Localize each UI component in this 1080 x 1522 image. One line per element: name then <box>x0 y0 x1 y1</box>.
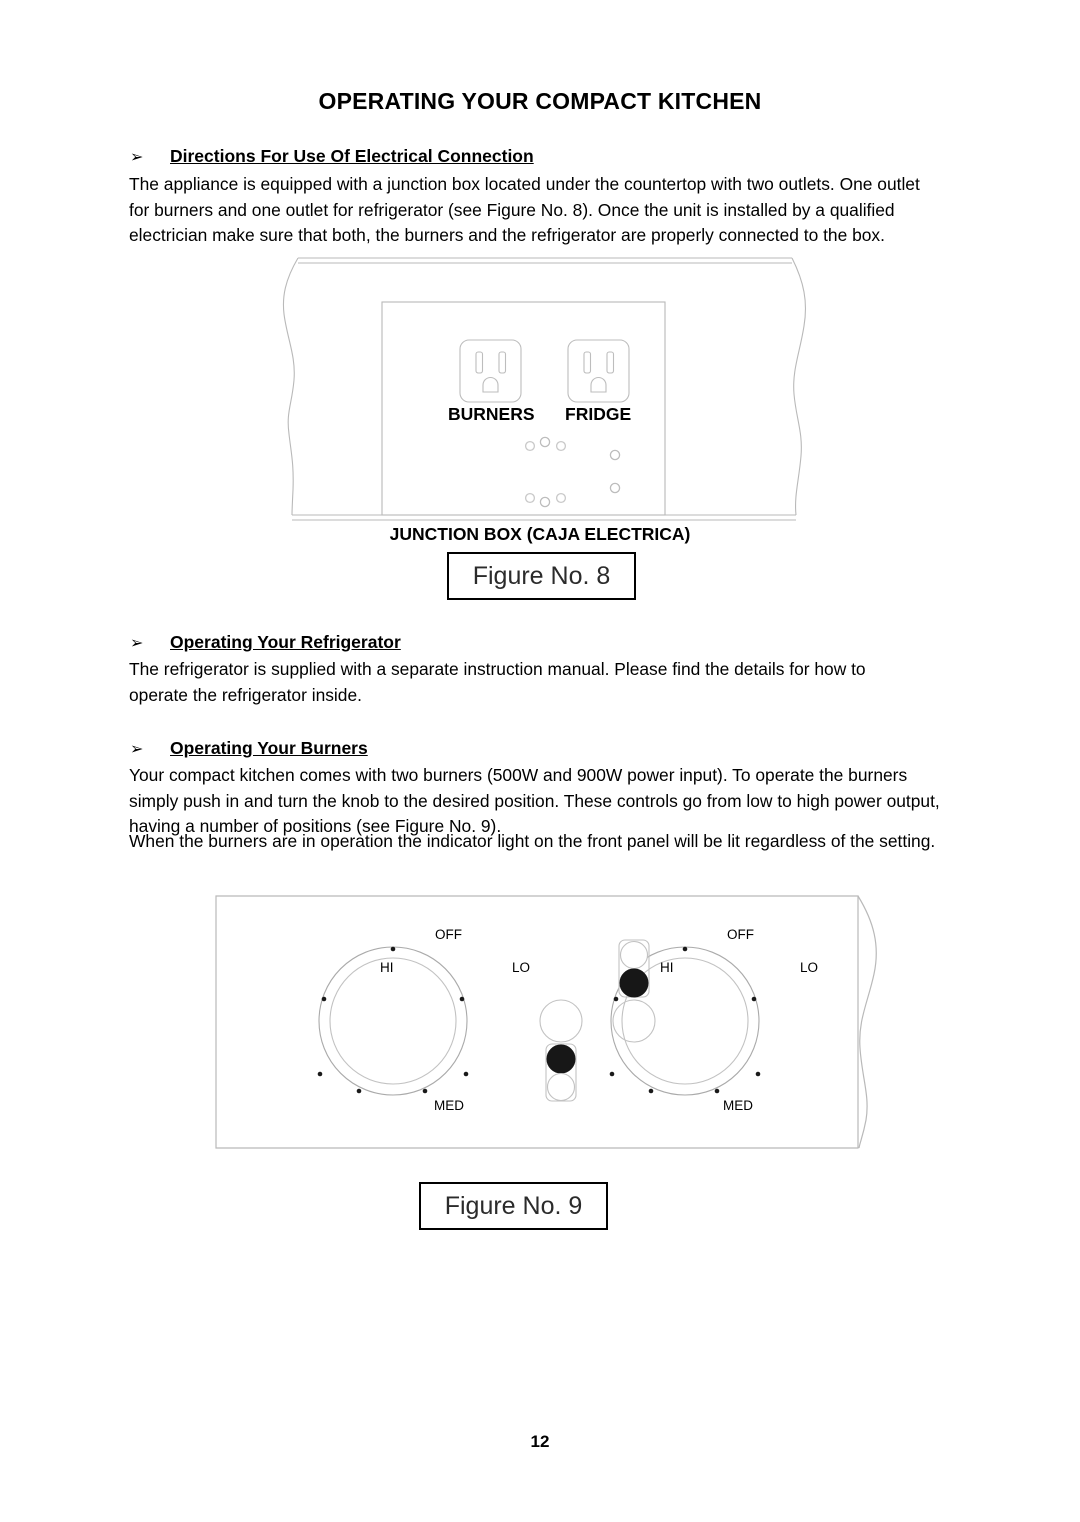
left-knob-label-hi: HI <box>380 960 394 975</box>
right-knob-label-lo: LO <box>800 960 819 975</box>
arrow-bullet-icon: ➢ <box>130 635 144 652</box>
section-heading-label: Operating Your Refrigerator <box>170 632 401 652</box>
paragraph-operating-burners-indicator: When the burners are in operation the in… <box>129 831 936 851</box>
figure8-caption: JUNCTION BOX (CAJA ELECTRICA) <box>389 524 691 544</box>
section-heading-electrical-connection: ➢ Directions For Use Of Electrical Connec… <box>130 146 534 167</box>
center-knob-right[interactable] <box>612 999 656 1043</box>
right-knob-label-hi: HI <box>660 960 674 975</box>
section-heading-label: Operating Your Burners <box>170 738 368 758</box>
figure8-label-box: Figure No. 8 <box>447 552 636 600</box>
right-knob-label-off: OFF <box>727 927 754 942</box>
section-heading-operating-burners: ➢ Operating Your Burners <box>130 738 368 759</box>
figure9-label-box: Figure No. 9 <box>419 1182 608 1230</box>
right-knob-label-med: MED <box>723 1098 753 1113</box>
mounting-holes <box>524 436 621 508</box>
arrow-bullet-icon: ➢ <box>130 149 144 166</box>
junction-box-drawing <box>282 257 807 521</box>
left-knob-label-lo: LO <box>512 960 531 975</box>
page-title: OPERATING YOUR COMPACT KITCHEN <box>318 88 762 114</box>
lower-indicator-light <box>545 1043 577 1102</box>
outlet-fridge <box>567 339 630 403</box>
junction-box-diagram <box>280 252 810 527</box>
upper-indicator-light <box>618 939 650 998</box>
control-panel-drawing <box>215 895 877 1149</box>
outlet-burners <box>459 339 522 403</box>
left-knob-label-off: OFF <box>435 927 462 942</box>
figure9-label: Figure No. 9 <box>444 1191 583 1220</box>
paragraph-operating-refrigerator: The refrigerator is supplied with a sepa… <box>129 659 866 705</box>
section-heading-operating-refrigerator: ➢ Operating Your Refrigerator <box>130 632 401 653</box>
figure8-label: Figure No. 8 <box>472 561 611 590</box>
control-panel-diagram <box>210 888 890 1158</box>
outlet-label-burners: BURNERS <box>448 404 535 424</box>
paragraph-electrical-connection: The appliance is equipped with a junctio… <box>129 174 920 245</box>
outlet-label-fridge: FRIDGE <box>565 404 632 424</box>
center-knob-left[interactable] <box>539 999 583 1043</box>
page-number: 12 <box>530 1432 550 1451</box>
document-page: OPERATING YOUR COMPACT KITCHEN ➢ Directio… <box>0 0 1080 1522</box>
section-heading-label: Directions For Use Of Electrical Connect… <box>170 146 534 166</box>
arrow-bullet-icon: ➢ <box>130 741 144 758</box>
left-knob-label-med: MED <box>434 1098 464 1113</box>
